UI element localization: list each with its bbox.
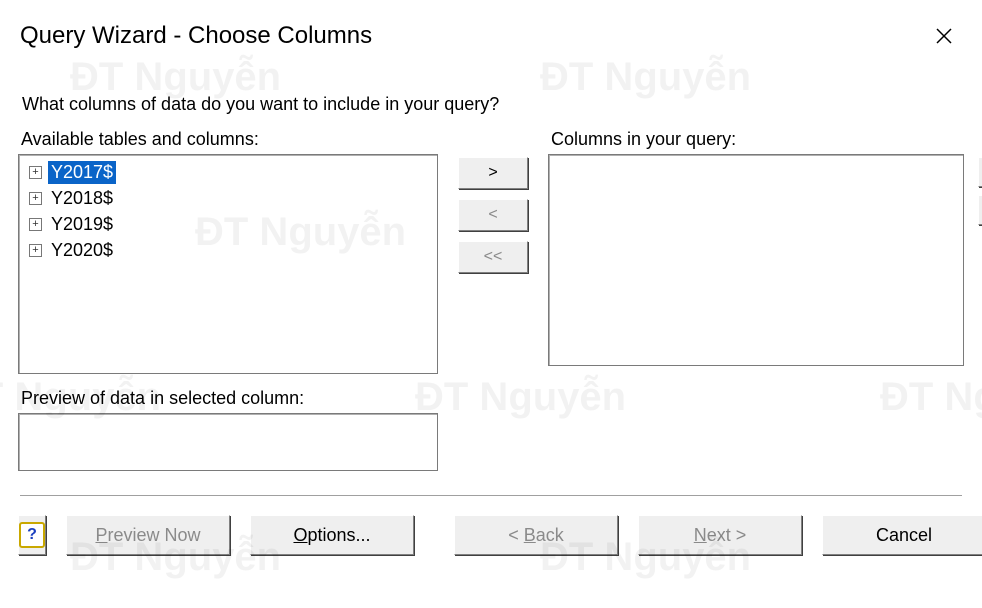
table-name: Y2019$ [48,213,116,236]
expand-icon[interactable]: + [29,166,42,179]
table-name: Y2018$ [48,187,116,210]
table-row[interactable]: + Y2017$ [21,159,435,185]
expand-icon[interactable]: + [29,192,42,205]
move-up-button[interactable] [978,157,982,187]
remove-column-button[interactable]: < [458,199,528,231]
remove-all-columns-button[interactable]: << [458,241,528,273]
cancel-button[interactable]: Cancel [822,515,982,555]
close-button[interactable] [926,18,962,54]
move-down-button[interactable] [978,195,982,225]
table-name: Y2017$ [48,161,116,184]
preview-now-button[interactable]: Preview Now [66,515,230,555]
back-button[interactable]: < Back [454,515,618,555]
table-row[interactable]: + Y2020$ [21,237,435,263]
expand-icon[interactable]: + [29,244,42,257]
columns-in-query-list[interactable] [548,154,964,366]
help-icon: ? [19,522,45,548]
preview-label: Preview of data in selected column: [21,388,438,409]
table-row[interactable]: + Y2019$ [21,211,435,237]
next-button[interactable]: Next > [638,515,802,555]
footer-bar: ? Preview Now Options... < Back Next > C… [0,499,982,555]
available-label: Available tables and columns: [21,129,438,150]
add-column-button[interactable]: > [458,157,528,189]
prompt-text: What columns of data do you want to incl… [22,94,960,115]
options-button[interactable]: Options... [250,515,414,555]
available-tables-list[interactable]: + Y2017$ + Y2018$ + Y2019$ + Y2020$ [18,154,438,374]
query-wizard-dialog: ĐT Nguyễn ĐT Nguyễn ĐT Nguyễn ĐT Nguyễn … [0,0,982,608]
table-name: Y2020$ [48,239,116,262]
expand-icon[interactable]: + [29,218,42,231]
help-button[interactable]: ? [18,515,46,555]
title-bar: Query Wizard - Choose Columns [0,0,982,72]
in-query-label: Columns in your query: [551,129,964,150]
preview-data-box [18,413,438,471]
dialog-title: Query Wizard - Choose Columns [20,22,926,50]
table-row[interactable]: + Y2018$ [21,185,435,211]
